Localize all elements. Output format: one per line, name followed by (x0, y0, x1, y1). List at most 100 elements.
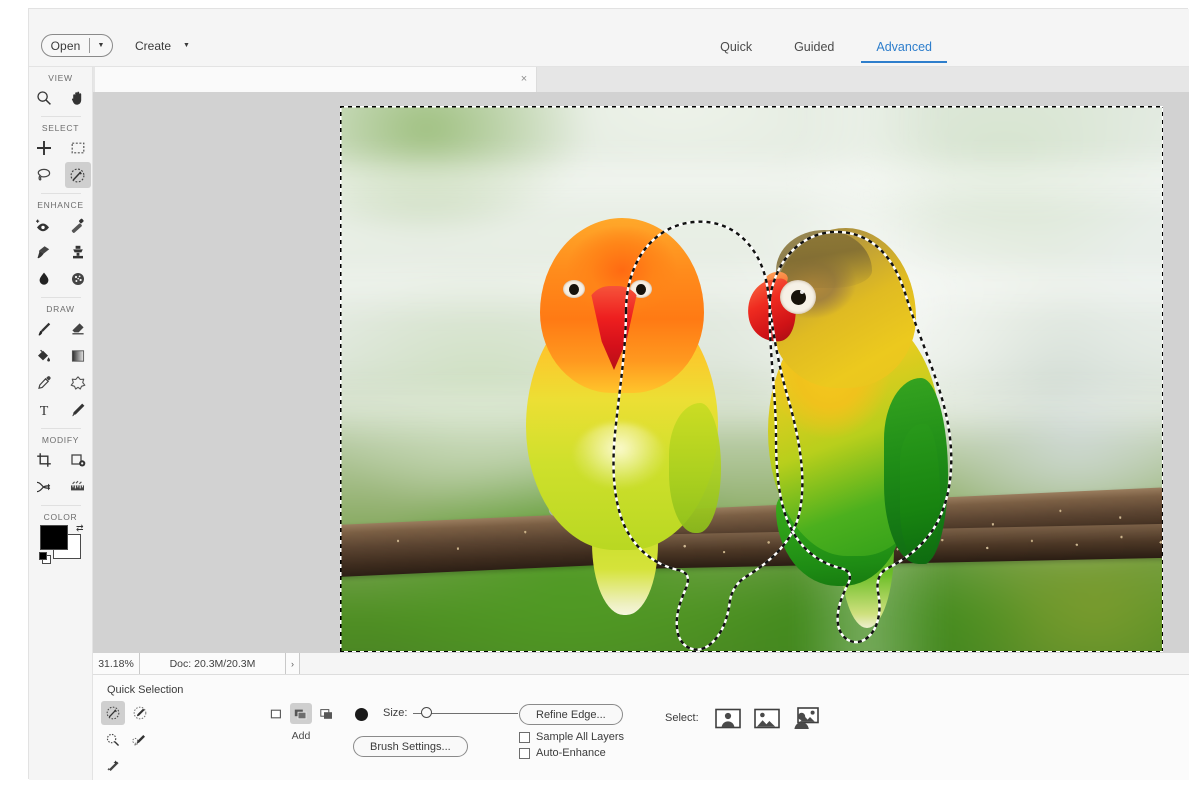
tool-row-draw-3 (29, 370, 92, 396)
status-expand-icon[interactable]: › (286, 653, 300, 674)
select-people-icon[interactable] (792, 706, 820, 730)
hand-tool[interactable] (65, 85, 91, 111)
tab-guided[interactable]: Guided (773, 31, 855, 63)
color-section-label: COLOR (29, 512, 92, 522)
tab-advanced-label: Advanced (876, 40, 932, 54)
refine-edge-button[interactable]: Refine Edge... (519, 704, 623, 725)
tab-advanced[interactable]: Advanced (855, 31, 953, 63)
color-picker-tool[interactable] (31, 370, 57, 396)
sample-all-layers-label: Sample All Layers (536, 731, 624, 743)
tool-row-select-2 (29, 162, 92, 188)
move-tool[interactable] (31, 135, 57, 161)
magic-wand-variant[interactable] (101, 728, 125, 752)
custom-shape-tool[interactable] (65, 370, 91, 396)
tool-rail: VIEW SELECT (29, 67, 93, 780)
create-button-label: Create (135, 39, 171, 53)
smart-brush-tool[interactable] (31, 239, 57, 265)
selection-mode-label: Add (265, 730, 337, 742)
tool-row-modify-2 (29, 474, 92, 500)
bird-right (758, 228, 946, 558)
brush-tool[interactable] (31, 316, 57, 342)
paint-bucket-tool[interactable] (31, 343, 57, 369)
content-aware-move-tool[interactable] (31, 474, 57, 500)
brush-size-slider-knob[interactable] (421, 707, 432, 718)
straighten-tool[interactable] (65, 474, 91, 500)
photo-document[interactable] (340, 106, 1163, 652)
option-checkboxes: Sample All Layers Auto-Enhance (519, 731, 624, 763)
document-tab[interactable]: × (95, 67, 537, 92)
subtract-from-selection-button[interactable] (316, 703, 337, 724)
tool-section-modify-label: MODIFY (29, 435, 92, 445)
eraser-tool[interactable] (65, 316, 91, 342)
brush-settings-button-wrap: Brush Settings... (353, 736, 468, 757)
select-background-icon[interactable] (753, 706, 781, 730)
tool-row-select-1 (29, 135, 92, 161)
brush-settings-button[interactable]: Brush Settings... (353, 736, 468, 757)
canvas-area[interactable] (93, 92, 1189, 653)
tool-divider (41, 116, 81, 117)
zoom-tool[interactable] (31, 85, 57, 111)
auto-enhance-checkbox[interactable]: Auto-Enhance (519, 747, 624, 759)
recompose-tool[interactable] (65, 447, 91, 473)
swap-colors-icon[interactable]: ⇄ (76, 524, 84, 533)
auto-selection-variant[interactable] (101, 755, 125, 779)
crop-tool[interactable] (31, 447, 57, 473)
default-colors-icon[interactable] (39, 552, 52, 565)
tool-section-view-label: VIEW (29, 73, 92, 83)
tab-quick-label: Quick (720, 40, 752, 54)
tab-quick[interactable]: Quick (699, 31, 773, 63)
svg-text:T: T (39, 404, 48, 418)
bird-left (518, 218, 723, 548)
select-subject-group: Select: (665, 706, 820, 730)
refine-edge-button-wrap: Refine Edge... (519, 704, 623, 725)
lasso-tool[interactable] (31, 162, 57, 188)
open-button[interactable]: Open ▼ (41, 34, 113, 57)
tool-section-enhance-label: ENHANCE (29, 200, 92, 210)
tool-divider (41, 193, 81, 194)
status-bar: 31.18% Doc: 20.3M/20.3M › (93, 653, 1189, 675)
document-tab-strip: × (93, 67, 1189, 92)
document-size: Doc: 20.3M/20.3M (140, 653, 286, 674)
tool-section-select-label: SELECT (29, 123, 92, 133)
chevron-down-icon: ▼ (183, 42, 190, 49)
add-to-selection-button[interactable] (290, 703, 311, 724)
new-selection-button[interactable] (265, 703, 286, 724)
tool-row-enhance-3 (29, 266, 92, 292)
close-icon[interactable]: × (512, 74, 536, 85)
zoom-level[interactable]: 31.18% (93, 653, 140, 674)
red-eye-removal-tool[interactable] (31, 212, 57, 238)
bird-left-wing (669, 403, 721, 533)
open-button-label: Open (42, 39, 89, 53)
mode-tabs: Quick Guided Advanced (699, 31, 953, 63)
clone-stamp-tool[interactable] (65, 239, 91, 265)
brush-size-slider[interactable] (413, 706, 518, 720)
chevron-down-icon[interactable]: ▼ (90, 42, 112, 49)
refine-selection-brush-variant[interactable] (128, 728, 152, 752)
selection-brush-variant[interactable] (128, 701, 152, 725)
create-button[interactable]: Create ▼ (135, 34, 190, 57)
color-swatches: ⇄ (39, 525, 83, 561)
quick-selection-variant[interactable] (101, 701, 125, 725)
auto-enhance-label: Auto-Enhance (536, 747, 606, 759)
rectangular-marquee-tool[interactable] (65, 135, 91, 161)
foreground-color-swatch[interactable] (40, 525, 68, 550)
sample-all-layers-checkbox[interactable]: Sample All Layers (519, 731, 624, 743)
select-subject-icon[interactable] (714, 706, 742, 730)
spot-healing-brush-tool[interactable] (65, 212, 91, 238)
tool-section-draw-label: DRAW (29, 304, 92, 314)
type-tool[interactable]: T (31, 397, 57, 423)
tool-divider (41, 297, 81, 298)
tool-divider (41, 505, 81, 506)
tool-row-view (29, 85, 92, 111)
gradient-tool[interactable] (65, 343, 91, 369)
tool-row-draw-1 (29, 316, 92, 342)
selection-mode-group: Add (265, 703, 337, 742)
blur-tool[interactable] (31, 266, 57, 292)
tool-row-enhance-2 (29, 239, 92, 265)
pencil-tool[interactable] (65, 397, 91, 423)
tool-row-draw-2 (29, 343, 92, 369)
tool-row-draw-4: T (29, 397, 92, 423)
sponge-tool[interactable] (65, 266, 91, 292)
photo-editor-window: Open ▼ Create ▼ Quick Guided Advanced VI… (0, 0, 1200, 795)
quick-selection-tool[interactable] (65, 162, 91, 188)
